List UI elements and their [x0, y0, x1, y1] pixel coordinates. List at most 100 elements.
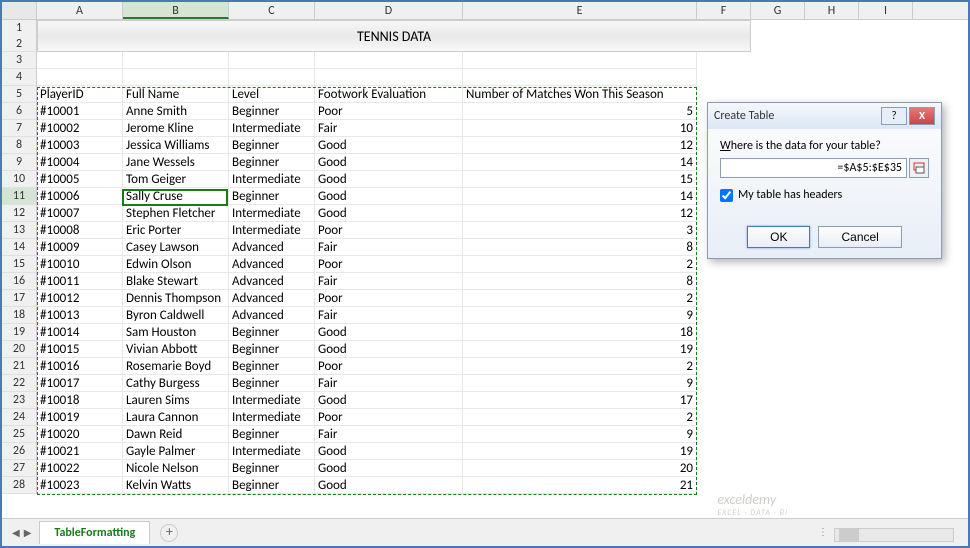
- cell-footwork[interactable]: Poor: [315, 290, 463, 307]
- cell-matches[interactable]: 2: [463, 409, 697, 426]
- cell-level[interactable]: Beginner: [229, 137, 315, 154]
- row-header[interactable]: 16: [2, 273, 37, 290]
- range-selector-button[interactable]: [909, 158, 929, 178]
- cell-matches[interactable]: 21: [463, 477, 697, 494]
- header-playerid[interactable]: PlayerID: [37, 86, 123, 103]
- cell-playerid[interactable]: #10005: [37, 171, 123, 188]
- row-header[interactable]: 26: [2, 443, 37, 460]
- col-header-G[interactable]: G: [751, 2, 805, 19]
- cell-playerid[interactable]: #10023: [37, 477, 123, 494]
- cell-footwork[interactable]: Good: [315, 188, 463, 205]
- cell-matches[interactable]: 2: [463, 358, 697, 375]
- cell-playerid[interactable]: #10001: [37, 103, 123, 120]
- cell-matches[interactable]: 9: [463, 307, 697, 324]
- row-header[interactable]: 8: [2, 137, 37, 154]
- cell-name[interactable]: Cathy Burgess: [123, 375, 229, 392]
- cell-name[interactable]: Casey Lawson: [123, 239, 229, 256]
- cell-playerid[interactable]: #10022: [37, 460, 123, 477]
- cell-name[interactable]: Vivian Abbott: [123, 341, 229, 358]
- cell-level[interactable]: Beginner: [229, 477, 315, 494]
- cell-footwork[interactable]: Fair: [315, 307, 463, 324]
- cell-playerid[interactable]: #10021: [37, 443, 123, 460]
- cell-matches[interactable]: 20: [463, 460, 697, 477]
- cell-footwork[interactable]: Good: [315, 443, 463, 460]
- cell-footwork[interactable]: Good: [315, 324, 463, 341]
- tab-nav-next-icon[interactable]: ▶: [24, 526, 32, 539]
- cell-footwork[interactable]: Poor: [315, 358, 463, 375]
- col-header-E[interactable]: E: [463, 2, 697, 19]
- cell-playerid[interactable]: #10013: [37, 307, 123, 324]
- cell-footwork[interactable]: Fair: [315, 273, 463, 290]
- cell-matches[interactable]: 14: [463, 188, 697, 205]
- cell-footwork[interactable]: Poor: [315, 222, 463, 239]
- cell-name[interactable]: Blake Stewart: [123, 273, 229, 290]
- cell-matches[interactable]: 19: [463, 443, 697, 460]
- cell-playerid[interactable]: #10009: [37, 239, 123, 256]
- cell-level[interactable]: Beginner: [229, 358, 315, 375]
- cell-playerid[interactable]: #10017: [37, 375, 123, 392]
- cell-matches[interactable]: 8: [463, 273, 697, 290]
- row-header[interactable]: 15: [2, 256, 37, 273]
- cell-name[interactable]: Eric Porter: [123, 222, 229, 239]
- row-header[interactable]: 11: [2, 188, 37, 205]
- row-header[interactable]: 21: [2, 358, 37, 375]
- select-all-corner[interactable]: [2, 2, 37, 19]
- cell-level[interactable]: Beginner: [229, 375, 315, 392]
- cell-playerid[interactable]: #10016: [37, 358, 123, 375]
- cell-name[interactable]: Kelvin Watts: [123, 477, 229, 494]
- row-header[interactable]: 17: [2, 290, 37, 307]
- row-header[interactable]: 7: [2, 120, 37, 137]
- col-header-A[interactable]: A: [37, 2, 123, 19]
- row-header[interactable]: 10: [2, 171, 37, 188]
- row-header[interactable]: 9: [2, 154, 37, 171]
- row-header[interactable]: 18: [2, 307, 37, 324]
- header-fullname[interactable]: Full Name: [123, 86, 229, 103]
- cell-name[interactable]: Lauren Sims: [123, 392, 229, 409]
- row-header[interactable]: 19: [2, 324, 37, 341]
- col-header-B[interactable]: B: [123, 2, 229, 19]
- cell-level[interactable]: Beginner: [229, 103, 315, 120]
- cell-playerid[interactable]: #10019: [37, 409, 123, 426]
- cell-name[interactable]: Gayle Palmer: [123, 443, 229, 460]
- add-sheet-button[interactable]: +: [160, 524, 178, 542]
- row-header[interactable]: 4: [2, 69, 37, 86]
- cell-playerid[interactable]: #10002: [37, 120, 123, 137]
- cell-level[interactable]: Advanced: [229, 307, 315, 324]
- header-footwork[interactable]: Footwork Evaluation: [315, 86, 463, 103]
- cell-matches[interactable]: 12: [463, 205, 697, 222]
- cell-footwork[interactable]: Poor: [315, 409, 463, 426]
- dialog-help-button[interactable]: ?: [881, 107, 907, 125]
- cell-matches[interactable]: 14: [463, 154, 697, 171]
- cell-level[interactable]: Beginner: [229, 324, 315, 341]
- cell-name[interactable]: Tom Geiger: [123, 171, 229, 188]
- cell-footwork[interactable]: Good: [315, 477, 463, 494]
- cell-matches[interactable]: 2: [463, 290, 697, 307]
- cell-name[interactable]: Byron Caldwell: [123, 307, 229, 324]
- row-header[interactable]: 22: [2, 375, 37, 392]
- cell-playerid[interactable]: #10008: [37, 222, 123, 239]
- cell-name[interactable]: Edwin Olson: [123, 256, 229, 273]
- cell-footwork[interactable]: Fair: [315, 239, 463, 256]
- cell-name[interactable]: Jane Wessels: [123, 154, 229, 171]
- cell-level[interactable]: Beginner: [229, 188, 315, 205]
- cell-playerid[interactable]: #10020: [37, 426, 123, 443]
- cell-matches[interactable]: 12: [463, 137, 697, 154]
- cell-level[interactable]: Beginner: [229, 341, 315, 358]
- cell-name[interactable]: Dawn Reid: [123, 426, 229, 443]
- cell-level[interactable]: Intermediate: [229, 409, 315, 426]
- cell-footwork[interactable]: Poor: [315, 103, 463, 120]
- header-matches[interactable]: Number of Matches Won This Season: [463, 86, 697, 103]
- cell-level[interactable]: Intermediate: [229, 171, 315, 188]
- cell-level[interactable]: Advanced: [229, 239, 315, 256]
- cell-playerid[interactable]: #10018: [37, 392, 123, 409]
- cell-matches[interactable]: 17: [463, 392, 697, 409]
- cell-level[interactable]: Beginner: [229, 426, 315, 443]
- row-header[interactable]: 12: [2, 20, 37, 52]
- sheet-tab[interactable]: TableFormatting: [39, 521, 150, 544]
- range-input[interactable]: [720, 158, 907, 178]
- cell-footwork[interactable]: Fair: [315, 375, 463, 392]
- col-header-D[interactable]: D: [315, 2, 463, 19]
- row-header[interactable]: 28: [2, 477, 37, 494]
- cell-level[interactable]: Advanced: [229, 256, 315, 273]
- cell-playerid[interactable]: #10015: [37, 341, 123, 358]
